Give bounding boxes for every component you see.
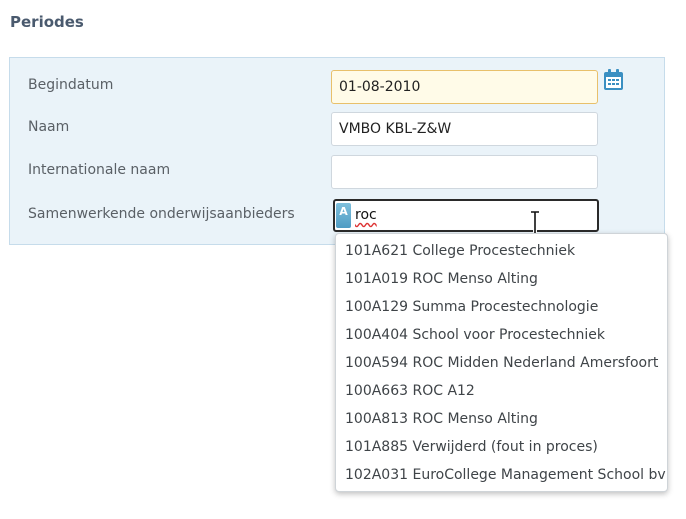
calendar-icon[interactable] (603, 69, 624, 91)
page: Periodes Begindatum Naam Internationale … (0, 0, 686, 519)
samenwerkende-label: Samenwerkende onderwijsaanbieders (28, 206, 295, 222)
autocomplete-badge-icon: A (336, 203, 351, 228)
begindatum-field[interactable] (331, 70, 598, 104)
dropdown-option[interactable]: 100A663 ROC A12 (336, 377, 667, 405)
search-query-text: roc (355, 207, 377, 223)
dropdown-option[interactable]: 102A031 EuroCollege Management School bv (336, 461, 667, 489)
dropdown-option[interactable]: 101A885 Verwijderd (fout in proces) (336, 433, 667, 461)
begindatum-label: Begindatum (28, 77, 114, 93)
dropdown-option[interactable]: 100A813 ROC Menso Alting (336, 405, 667, 433)
autocomplete-dropdown: 101A621 College Procestechniek 101A019 R… (335, 233, 668, 492)
dropdown-option[interactable]: 100A129 Summa Procestechnologie (336, 293, 667, 321)
dropdown-option[interactable]: 100A594 ROC Midden Nederland Amersfoort (336, 349, 667, 377)
naam-label: Naam (28, 119, 70, 135)
dropdown-option[interactable]: 101A621 College Procestechniek (336, 237, 667, 265)
dropdown-option[interactable]: 100A404 School voor Procestechniek (336, 321, 667, 349)
section-title: Periodes (10, 13, 84, 31)
naam-field[interactable] (331, 112, 598, 146)
internationale-naam-label: Internationale naam (28, 162, 171, 178)
dropdown-option[interactable]: 101A019 ROC Menso Alting (336, 265, 667, 293)
samenwerkende-search-input[interactable]: A roc (333, 199, 599, 232)
internationale-naam-field[interactable] (331, 155, 598, 189)
